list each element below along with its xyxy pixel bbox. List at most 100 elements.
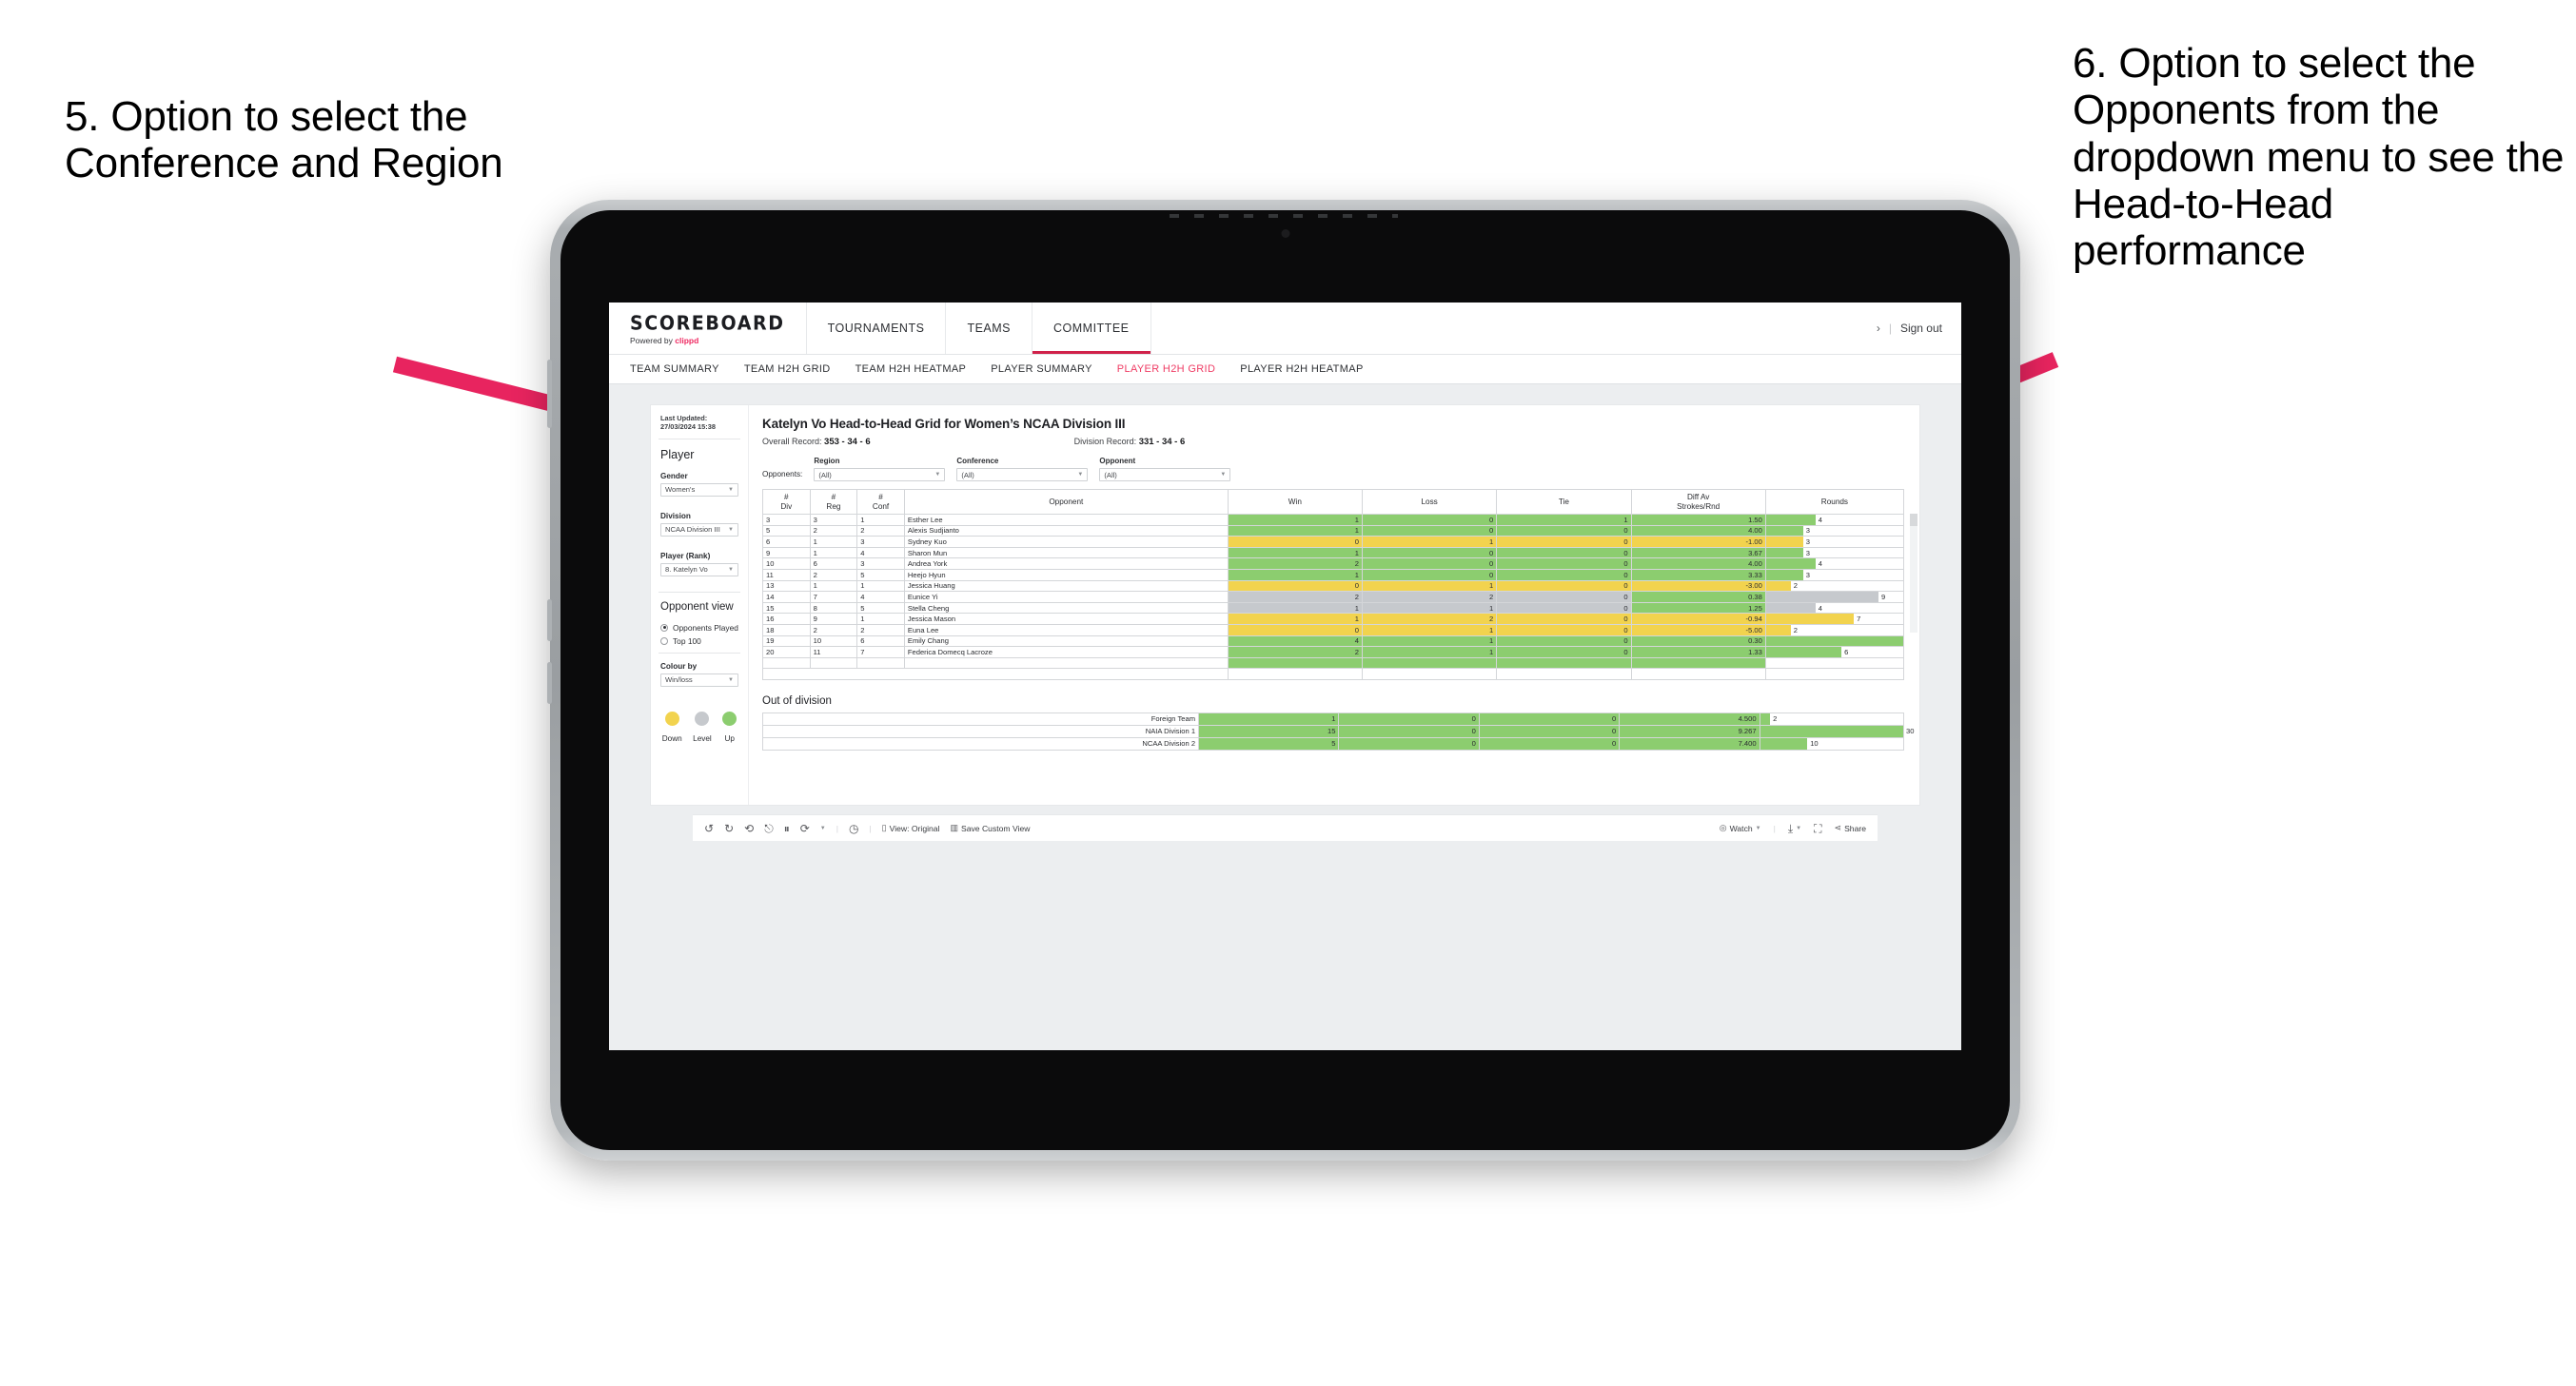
gender-value: Women's bbox=[665, 485, 696, 494]
grid-col-header[interactable]: Diff Av Strokes/Rnd bbox=[1630, 489, 1766, 515]
brand-logo[interactable]: SCOREBOARD Powered by clippd bbox=[609, 303, 807, 354]
cell-div: 11 bbox=[762, 568, 811, 581]
cell-reg: 2 bbox=[809, 623, 858, 636]
table-row[interactable]: 3 3 1 Esther Lee 1 0 1 1.50 4 bbox=[762, 514, 1905, 526]
radio-top-100[interactable]: Top 100 bbox=[660, 636, 738, 646]
grid-col-header[interactable]: # Conf bbox=[856, 489, 905, 515]
brand-powered-prefix: Powered by bbox=[630, 335, 673, 345]
cell-win: 2 bbox=[1227, 557, 1364, 570]
table-row[interactable]: 5 2 2 Alexis Sudjianto 1 0 0 4.00 3 bbox=[762, 524, 1905, 537]
grid-col-header[interactable]: Loss bbox=[1361, 489, 1498, 515]
legend-label-level: Level bbox=[693, 733, 712, 743]
chevron-down-icon: ▼ bbox=[728, 526, 734, 533]
cell-reg: 1 bbox=[809, 579, 858, 593]
dashboard: Last Updated: 27/03/2024 15:38 Player Ge… bbox=[651, 405, 1919, 805]
table-row[interactable]: 11 2 5 Heejo Hyun 1 0 0 3.33 3 bbox=[762, 568, 1905, 581]
save-custom-view-button[interactable]: ▥ Save Custom View bbox=[950, 824, 1030, 833]
cell-conf: 5 bbox=[856, 601, 905, 615]
conference-select[interactable]: (All) ▼ bbox=[956, 468, 1089, 481]
chevron-right-icon[interactable]: › bbox=[1877, 322, 1880, 335]
cell-conf: 3 bbox=[856, 557, 905, 570]
pause-updates-icon[interactable]: ⏸ bbox=[784, 823, 790, 834]
tab-team-h2h-heatmap[interactable]: TEAM H2H HEATMAP bbox=[855, 363, 967, 375]
cell-tie: 0 bbox=[1496, 646, 1632, 658]
cell-ood-label: NAIA Division 1 bbox=[761, 724, 1200, 738]
table-row[interactable]: 16 9 1 Jessica Mason 1 2 0 -0.94 7 bbox=[762, 613, 1905, 625]
field-gender: Gender Women's ▼ bbox=[660, 472, 738, 497]
cell-div: 10 bbox=[762, 557, 811, 570]
volume-up-button[interactable] bbox=[547, 599, 552, 641]
cell-diff: 4.00 bbox=[1630, 557, 1766, 570]
out-of-division-row[interactable]: NCAA Division 2 5 0 0 7.400 10 bbox=[761, 736, 1905, 751]
table-row[interactable]: 14 7 4 Eunice Yi 2 2 0 0.38 9 bbox=[762, 591, 1905, 603]
region-select[interactable]: (All) ▼ bbox=[814, 468, 946, 481]
table-row[interactable]: 10 6 3 Andrea York 2 0 0 4.00 4 bbox=[762, 557, 1905, 570]
cell-opponent: Andrea York bbox=[903, 557, 1229, 570]
out-of-division-row[interactable]: NAIA Division 1 15 0 0 9.267 30 bbox=[761, 724, 1914, 738]
colour-by-select[interactable]: Win/loss ▼ bbox=[660, 673, 738, 687]
view-original-button[interactable]: ▯ View: Original bbox=[882, 824, 940, 833]
division-select[interactable]: NCAA Division III ▼ bbox=[660, 522, 738, 537]
top-navbar: SCOREBOARD Powered by clippd TOURNAMENTS… bbox=[609, 303, 1961, 355]
cell-win: 2 bbox=[1227, 646, 1364, 658]
grid-scrollbar-thumb[interactable] bbox=[1910, 514, 1917, 526]
table-row[interactable]: 18 2 2 Euna Lee 0 1 0 -5.00 2 bbox=[762, 623, 1905, 636]
chevron-down-icon: ▼ bbox=[728, 486, 734, 493]
table-row[interactable]: 9 1 4 Sharon Mun 1 0 0 3.67 3 bbox=[762, 546, 1905, 559]
cell-loss: 1 bbox=[1361, 579, 1498, 593]
table-row[interactable]: 19106Emily Chang4100.3011 bbox=[762, 634, 1905, 648]
chevron-down-icon[interactable]: ▼ bbox=[820, 826, 826, 831]
grid-col-header[interactable]: # Div bbox=[762, 489, 811, 515]
grid-col-header[interactable]: Opponent bbox=[903, 489, 1229, 515]
table-row[interactable]: 6 1 3 Sydney Kuo 0 1 0 -1.00 3 bbox=[762, 536, 1905, 548]
tab-team-h2h-grid[interactable]: TEAM H2H GRID bbox=[744, 363, 831, 375]
grid-col-header[interactable]: Tie bbox=[1496, 489, 1632, 515]
volume-down-button[interactable] bbox=[547, 662, 552, 704]
toolbar-right: ◎ Watch ▼ | ⤓ ▼ ⛶ ⋖ Share bbox=[1720, 823, 1866, 834]
share-button[interactable]: ⋖ Share bbox=[1835, 824, 1866, 833]
cell-loss: 0 bbox=[1361, 524, 1498, 537]
nav-item-committee[interactable]: COMMITTEE bbox=[1032, 303, 1151, 354]
cell-reg: 6 bbox=[809, 557, 858, 570]
colour-legend: Down Level Up bbox=[651, 711, 748, 743]
grid-col-header[interactable]: # Reg bbox=[809, 489, 858, 515]
radio-opponents-played[interactable]: Opponents Played bbox=[660, 623, 738, 633]
region-label: Region bbox=[814, 457, 840, 465]
cell-ood-loss: 0 bbox=[1338, 712, 1480, 726]
grid-col-header[interactable]: Rounds bbox=[1764, 489, 1905, 515]
table-row[interactable]: 20 11 7 Federica Domecq Lacroze 2 1 0 1.33 6 bbox=[762, 646, 1905, 658]
table-row[interactable]: 13 1 1 Jessica Huang 0 1 0 -3.00 2 bbox=[762, 579, 1905, 593]
cell-loss: 1 bbox=[1361, 536, 1498, 548]
undo-icon[interactable]: ↺ bbox=[704, 823, 714, 834]
cell-rounds: 6 bbox=[1764, 646, 1905, 658]
gender-select[interactable]: Women's ▼ bbox=[660, 482, 738, 497]
cell-ood-win: 5 bbox=[1198, 736, 1340, 751]
sidebar-divider-2 bbox=[659, 591, 740, 593]
grid-col-header[interactable]: Win bbox=[1227, 489, 1364, 515]
reset-icon[interactable]: ⟳ bbox=[800, 823, 810, 834]
tab-player-h2h-grid[interactable]: PLAYER H2H GRID bbox=[1117, 363, 1215, 375]
tab-team-summary[interactable]: TEAM SUMMARY bbox=[630, 363, 719, 375]
tab-player-h2h-heatmap[interactable]: PLAYER H2H HEATMAP bbox=[1240, 363, 1363, 375]
nav-item-tournaments[interactable]: TOURNAMENTS bbox=[807, 303, 947, 354]
fullscreen-icon[interactable]: ⛶ bbox=[1814, 823, 1821, 834]
opponent-select[interactable]: (All) ▼ bbox=[1099, 468, 1231, 481]
grid-vertical-scrollbar[interactable] bbox=[1910, 514, 1917, 633]
redo-icon[interactable]: ↻ bbox=[724, 823, 734, 834]
player-rank-select[interactable]: 8. Katelyn Vo ▼ bbox=[660, 562, 738, 576]
cell-win: 1 bbox=[1227, 568, 1364, 581]
tab-player-summary[interactable]: PLAYER SUMMARY bbox=[991, 363, 1092, 375]
download-button[interactable]: ⤓ ▼ bbox=[1788, 823, 1801, 834]
out-of-division-row[interactable]: Foreign Team 1 0 0 4.500 2 bbox=[761, 712, 1905, 726]
grid-header-row: # Div # Reg # Conf Opponent Win Loss Tie Diff Av St… bbox=[762, 489, 1905, 515]
cell-loss: 1 bbox=[1361, 646, 1498, 658]
sign-out-link[interactable]: Sign out bbox=[1900, 322, 1942, 335]
nav-item-teams[interactable]: TEAMS bbox=[946, 303, 1032, 354]
refresh-data-icon[interactable]: ⎋ bbox=[764, 823, 774, 834]
clock-icon[interactable]: ◷ bbox=[849, 823, 858, 834]
cell-opponent: Emily Chang bbox=[903, 634, 1229, 648]
watch-button[interactable]: ◎ Watch ▼ bbox=[1720, 824, 1761, 833]
power-button[interactable] bbox=[547, 360, 552, 428]
revert-icon[interactable]: ⟲ bbox=[744, 823, 754, 834]
table-row[interactable]: 15 8 5 Stella Cheng 1 1 0 1.25 4 bbox=[762, 601, 1905, 615]
